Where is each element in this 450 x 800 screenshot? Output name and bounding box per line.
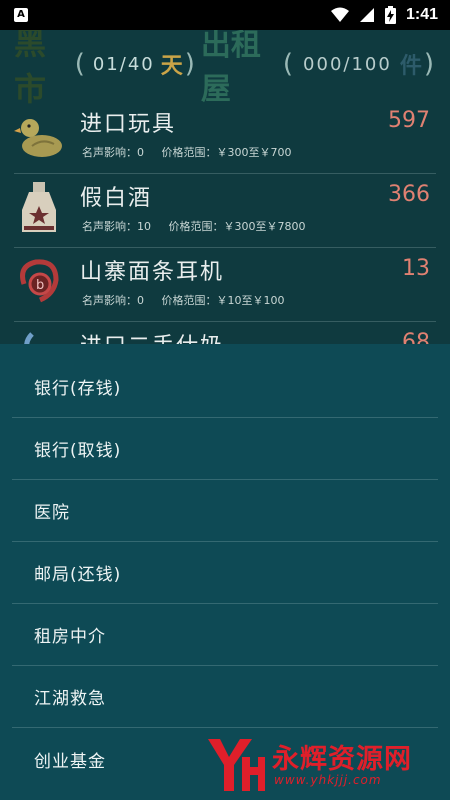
rental-title: 出租屋 <box>200 30 261 107</box>
goods-row[interactable]: 进口二手仕奶 68 <box>14 322 436 344</box>
goods-name: 山寨面条耳机 <box>80 260 225 285</box>
clock: 1:41 <box>405 6 438 23</box>
market-screen: 黑市 ( 01/40 天 ) 出租屋 ( 000/100 件 ) 进口玩具 59… <box>0 30 450 344</box>
day-counter: 01/40 <box>92 53 155 75</box>
liquor-bottle-icon <box>22 182 56 232</box>
wifi-icon <box>330 7 349 22</box>
goods-price: 13 <box>402 256 430 281</box>
goods-row[interactable]: 假白酒 366 名声影响：10 价格范围：￥300至￥7800 <box>14 174 436 248</box>
milk-icon <box>24 332 34 344</box>
menu-item-hospital[interactable]: 医院 <box>12 480 438 542</box>
day-unit: 天 <box>160 54 183 79</box>
goods-meta: 名声影响：10 价格范围：￥300至￥7800 <box>82 220 306 233</box>
watermark-url: www.yhkjjj.com <box>274 773 382 787</box>
svg-text:b: b <box>36 278 44 293</box>
watermark-logo <box>208 739 265 791</box>
menu-item-bank-withdraw[interactable]: 银行(取钱) <box>12 418 438 480</box>
watermark: 永辉资源网 www.yhkjjj.com <box>200 735 450 795</box>
menu-item-bank-deposit[interactable]: 银行(存钱) <box>12 356 438 418</box>
goods-price: 68 <box>402 330 430 344</box>
headphone-icon: b <box>20 259 59 303</box>
capacity-counter: 000/100 <box>303 53 392 75</box>
market-header: 黑市 ( 01/40 天 ) 出租屋 ( 000/100 件 ) <box>14 30 436 108</box>
signal-icon <box>359 8 374 22</box>
menu-item-post-office[interactable]: 邮局(还钱) <box>12 542 438 604</box>
goods-price: 597 <box>388 108 430 133</box>
goods-name: 进口二手仕奶 <box>80 328 224 344</box>
action-menu-sheet: 银行(存钱) 银行(取钱) 医院 邮局(还钱) 租房中介 江湖救急 创业基金 <box>0 344 450 800</box>
watermark-text: 永辉资源网 <box>272 744 412 775</box>
goods-meta: 名声影响：0 价格范围：￥10至￥100 <box>82 294 285 307</box>
goods-row[interactable]: b 山寨面条耳机 13 名声影响：0 价格范围：￥10至￥100 <box>14 248 436 322</box>
app-notification-icon: A <box>14 8 28 22</box>
goods-meta: 名声影响：0 价格范围：￥300至￥700 <box>82 146 292 159</box>
menu-item-rental-agency[interactable]: 租房中介 <box>12 604 438 666</box>
status-bar: A 1:41 <box>0 0 450 30</box>
goods-name: 假白酒 <box>80 186 153 211</box>
market-title: 黑市 <box>14 30 48 108</box>
duck-icon <box>14 119 62 157</box>
status-icons: 1:41 <box>330 6 438 24</box>
goods-price: 366 <box>388 182 430 207</box>
capacity-unit: 件 <box>399 54 422 79</box>
battery-charging-icon <box>384 6 396 24</box>
menu-item-emergency-aid[interactable]: 江湖救急 <box>12 666 438 728</box>
goods-name: 进口玩具 <box>80 112 177 137</box>
goods-row[interactable]: 进口玩具 597 名声影响：0 价格范围：￥300至￥700 <box>14 100 436 174</box>
